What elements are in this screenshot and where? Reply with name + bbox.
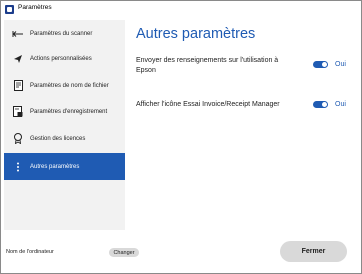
invoice-manager-toggle[interactable] (313, 101, 328, 108)
sidebar-item-label: Paramètres d'enregistrement (30, 108, 108, 115)
sidebar-item-label: Autres paramètres (30, 163, 80, 170)
sidebar: Paramètres du scanner Actions personnali… (4, 20, 125, 230)
send-icon (10, 54, 26, 64)
app-icon (5, 5, 14, 14)
more-vertical-icon (10, 162, 26, 172)
settings-window: Paramètres Paramètres du scanner Actions… (0, 0, 362, 274)
document-icon (10, 80, 26, 91)
sidebar-item-label: Gestion des licences (30, 135, 86, 142)
toggle-knob (322, 102, 327, 107)
close-button[interactable]: Fermer (280, 241, 347, 262)
computer-name-label: Nom de l'ordinateur (6, 249, 54, 255)
sidebar-item-scanner-settings[interactable]: Paramètres du scanner (4, 20, 125, 47)
badge-icon (10, 133, 26, 144)
document-save-icon (10, 106, 26, 117)
sidebar-item-file-name-settings[interactable]: Paramètres de nom de fichier (4, 72, 125, 99)
change-button[interactable]: Changer (109, 248, 139, 257)
sidebar-item-save-settings[interactable]: Paramètres d'enregistrement (4, 98, 125, 125)
usage-info-setting-label: Envoyer des renseignements sur l'utilisa… (136, 57, 279, 74)
usage-info-toggle-state: Oui (335, 61, 346, 68)
usage-info-toggle[interactable] (313, 61, 328, 68)
invoice-manager-toggle-state: Oui (335, 101, 346, 108)
window-title: Paramètres (18, 4, 52, 11)
arrow-left-line-icon (10, 30, 26, 38)
page-title: Autres paramètres (136, 26, 256, 42)
toggle-knob (322, 62, 327, 67)
sidebar-item-license-management[interactable]: Gestion des licences (4, 125, 125, 152)
sidebar-item-label: Paramètres du scanner (30, 30, 93, 37)
sidebar-item-other-settings[interactable]: Autres paramètres (4, 153, 125, 180)
title-bar: Paramètres (1, 1, 361, 19)
sidebar-item-label: Paramètres de nom de fichier (30, 82, 109, 89)
sidebar-item-custom-actions[interactable]: Actions personnalisées (4, 45, 125, 72)
invoice-manager-setting-label: Afficher l'icône Essai Invoice/Receipt M… (136, 101, 280, 108)
sidebar-item-label: Actions personnalisées (30, 55, 92, 62)
